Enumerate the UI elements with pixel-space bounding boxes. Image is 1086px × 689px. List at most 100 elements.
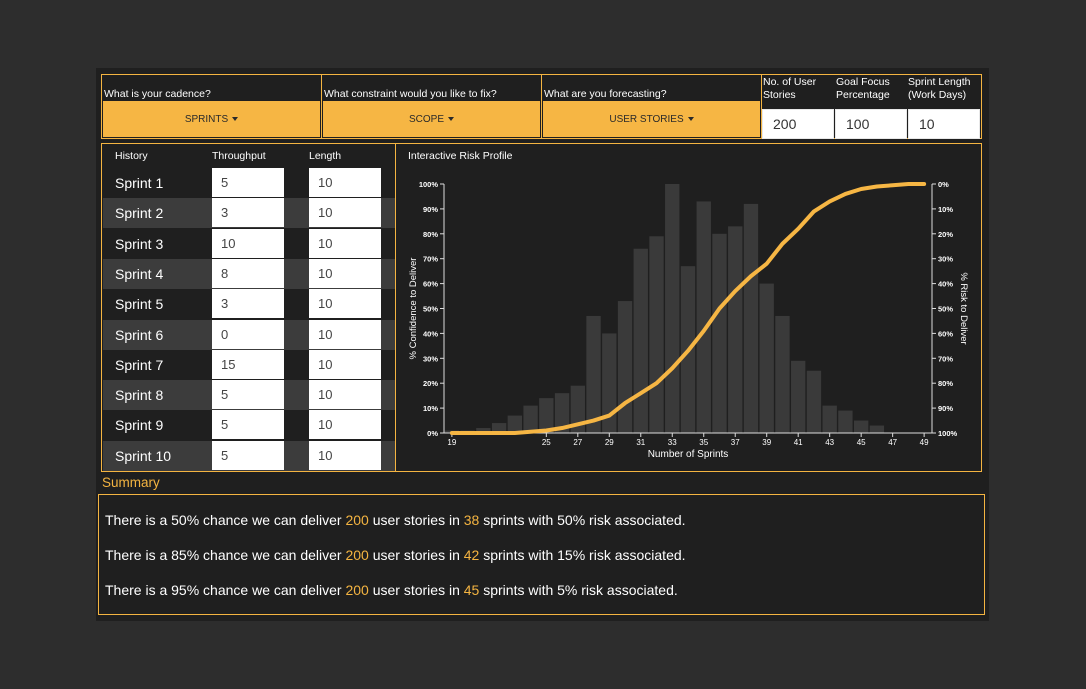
x-tick-label: 31 [636,438,645,447]
length-input[interactable]: 10 [309,228,381,258]
histogram-bar [853,420,869,433]
histogram-bar [633,248,648,433]
y-tick-label: 40% [423,329,438,338]
user-stories-label: No. of User Stories [763,76,817,101]
sprint-name: Sprint 5 [115,296,164,313]
y-axis-label: % Confidence to Deliver [408,258,419,360]
forecast-value: USER STORIES [609,113,684,125]
x-tick-label: 33 [668,438,677,447]
throughput-input[interactable]: 5 [212,380,284,410]
length-input[interactable]: 10 [309,319,381,349]
histogram-bar [649,236,664,433]
length-input[interactable]: 10 [309,440,381,470]
caret-down-icon [687,117,694,121]
summary-box: There is a 50% chance we can deliver 200… [98,494,985,615]
length-input[interactable]: 10 [309,410,381,440]
table-row: Sprint 8 5 10 [103,380,395,411]
throughput-input[interactable]: 3 [212,289,284,319]
throughput-input[interactable]: 10 [212,228,284,258]
throughput-input[interactable]: 3 [212,198,284,228]
sprint-name: Sprint 1 [115,175,164,191]
constraint-selector: What constraint would you like to fix? S… [321,74,542,139]
histogram-bar [822,405,837,433]
y-tick-label: 30% [423,354,438,363]
length-input[interactable]: 10 [309,289,381,319]
cadence-dropdown[interactable]: SPRINTS [103,101,320,137]
histogram-bar [507,415,523,433]
length-input[interactable]: 10 [309,168,381,197]
x-tick-label: 49 [920,438,929,447]
chart-svg: 0% 10% 20% 30% 40% 50% 60% 70% 80% 90% 100% 100% 90%… [408,180,969,460]
histogram-bar [712,233,727,433]
sprint-name: Sprint 2 [115,205,164,222]
throughput-input[interactable]: 8 [212,258,284,288]
table-row: Sprint 9 5 10 [103,410,395,440]
sprint-name: Sprint 7 [115,356,164,373]
x-tick-label: 41 [794,438,803,447]
throughput-input[interactable]: 5 [212,168,284,197]
y-tick-label: 50% [423,305,438,314]
forecast-selector: What are you forecasting? USER STORIES [541,74,762,139]
x-tick-label: 45 [857,438,866,447]
throughput-header: Throughput [212,150,266,162]
x-tick-label: 47 [888,438,897,447]
y2-tick-label: 70% [938,354,953,363]
histogram-bar [586,315,601,433]
sprint-length-input[interactable]: 10 [908,109,980,139]
y2-axis-label: % Risk to Deliver [958,272,969,344]
sprint-name: Sprint 10 [115,447,172,464]
table-row: Sprint 5 3 10 [103,289,395,319]
throughput-input[interactable]: 0 [212,319,284,349]
y-tick-label: 90% [423,205,438,214]
histogram-bar [759,283,774,433]
table-row: Sprint 6 0 10 [103,319,395,350]
sprint-name: Sprint 4 [115,265,164,282]
sprint-length-label: Sprint Length (Work Days) [908,76,971,101]
y2-tick-label: 60% [938,329,953,338]
summary-line: There is a 50% chance we can deliver 200… [105,512,686,528]
y2-tick-label: 30% [938,255,953,264]
x-tick-label: 35 [699,438,708,447]
constraint-value: SCOPE [408,113,444,125]
story-count: 200 [345,512,369,528]
y2-tick-label: 0% [938,180,949,189]
cadence-value: SPRINTS [184,113,229,125]
x-tick-label: 27 [573,438,582,447]
length-input[interactable]: 10 [309,380,381,410]
histogram-bar [665,184,680,433]
goal-focus-input[interactable]: 100 [835,109,907,139]
constraint-dropdown[interactable]: SCOPE [323,101,540,137]
user-stories-input[interactable]: 200 [762,109,834,139]
throughput-input[interactable]: 15 [212,349,284,379]
sprint-name: Sprint 8 [115,387,164,404]
cadence-selector: What is your cadence? SPRINTS [101,74,322,139]
y-tick-label: 80% [423,230,438,239]
y-tick-label: 0% [427,429,438,438]
length-input[interactable]: 10 [309,258,381,288]
histogram-bar [838,410,853,433]
y2-tick-label: 90% [938,404,953,413]
length-input[interactable]: 10 [309,349,381,379]
table-row: Sprint 4 8 10 [103,258,395,289]
x-tick-label: 25 [542,438,551,447]
summary-line: There is a 85% chance we can deliver 200… [105,547,686,563]
app-panel: What is your cadence? SPRINTS What const… [96,68,989,621]
story-count: 200 [345,547,369,563]
x-tick-label: 37 [731,438,740,447]
constraint-label: What constraint would you like to fix? [324,88,497,100]
y-tick-label: 10% [423,404,438,413]
risk-profile-chart: Interactive Risk Profile 0% 10% 20% 30% 40% 5… [395,143,982,472]
throughput-input[interactable]: 5 [212,440,284,470]
y2-tick-label: 100% [938,429,958,438]
summary-line: There is a 95% chance we can deliver 200… [105,582,678,598]
x-tick-label: 29 [605,438,614,447]
sprint-count: 45 [463,582,480,598]
forecast-dropdown[interactable]: USER STORIES [543,101,760,137]
sprint-count: 38 [463,512,480,528]
sprint-name: Sprint 6 [115,326,164,343]
length-input[interactable]: 10 [309,198,381,228]
histogram-bar [791,360,806,433]
throughput-input[interactable]: 5 [212,410,284,440]
forecast-label: What are you forecasting? [544,88,667,100]
y2-tick-label: 50% [938,305,953,314]
